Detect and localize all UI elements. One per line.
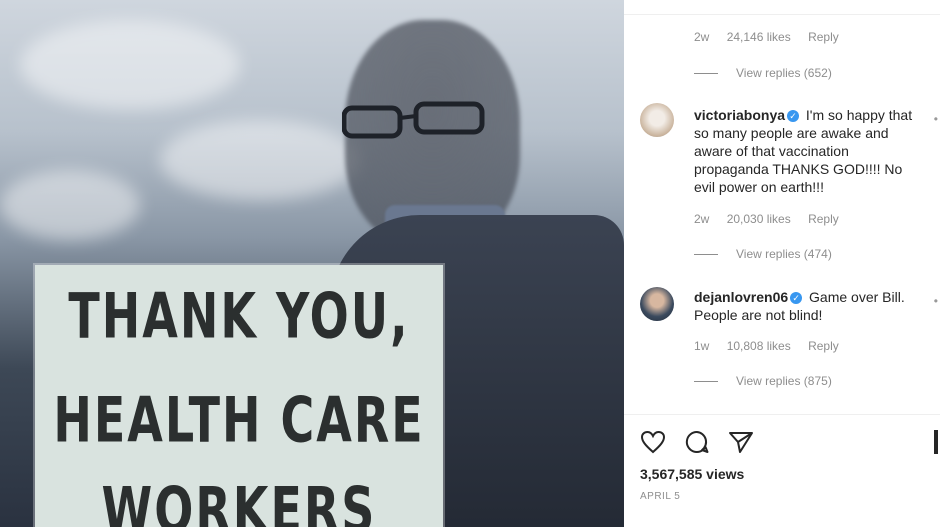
bookmark-icon[interactable] bbox=[934, 430, 938, 454]
view-replies-button[interactable]: View replies (875) bbox=[694, 374, 832, 388]
comment-icon[interactable] bbox=[684, 430, 710, 454]
comment-age: 2w bbox=[694, 212, 710, 226]
avatar[interactable] bbox=[640, 287, 674, 321]
divider bbox=[694, 380, 718, 382]
view-replies-label: View replies (875) bbox=[736, 374, 832, 388]
action-bar bbox=[640, 430, 754, 454]
comment-age: 1w bbox=[694, 339, 710, 353]
reply-button[interactable]: Reply bbox=[808, 339, 839, 353]
view-replies-label: View replies (474) bbox=[736, 247, 832, 261]
views-count[interactable]: 3,567,585 views bbox=[640, 466, 744, 482]
comment-age: 2w bbox=[694, 30, 710, 44]
verified-badge-icon: ✓ bbox=[790, 292, 803, 304]
more-options-icon[interactable]: • bbox=[934, 112, 938, 126]
comment-meta: 2w 20,030 likes Reply bbox=[694, 212, 853, 226]
comment-text: victoriabonya ✓ I'm so happy that so many… bbox=[694, 106, 914, 196]
comments-panel: 2w 24,146 likes Reply View replies (652)… bbox=[624, 0, 940, 527]
glasses-shape bbox=[342, 101, 485, 139]
share-icon[interactable] bbox=[728, 430, 754, 454]
cloud-reflection bbox=[160, 120, 360, 200]
heart-icon[interactable] bbox=[640, 430, 666, 454]
view-replies-button[interactable]: View replies (474) bbox=[694, 247, 832, 261]
comment-text: dejanlovren06 ✓ Game over Bill. People ar… bbox=[694, 288, 914, 324]
reply-button[interactable]: Reply bbox=[808, 212, 839, 226]
cloud-reflection bbox=[0, 170, 140, 240]
comment-likes[interactable]: 24,146 likes bbox=[727, 30, 791, 44]
comment-meta: 1w 10,808 likes Reply bbox=[694, 339, 853, 353]
divider bbox=[694, 72, 718, 74]
post-date: APRIL 5 bbox=[640, 491, 681, 502]
view-replies-label: View replies (652) bbox=[736, 66, 832, 80]
sign-line: WORKERS bbox=[101, 473, 377, 527]
sign-line: HEALTH CARE bbox=[53, 383, 425, 457]
thank-you-sign: THANK YOU, HEALTH CARE WORKERS bbox=[35, 265, 443, 527]
divider bbox=[624, 414, 940, 415]
username-link[interactable]: dejanlovren06 bbox=[694, 289, 788, 305]
sign-line: THANK YOU, bbox=[68, 279, 410, 353]
post-image[interactable]: THANK YOU, HEALTH CARE WORKERS bbox=[0, 0, 624, 527]
divider bbox=[694, 253, 718, 255]
reply-button[interactable]: Reply bbox=[808, 30, 839, 44]
cloud-reflection bbox=[20, 20, 240, 110]
avatar[interactable] bbox=[640, 103, 674, 137]
verified-badge-icon: ✓ bbox=[787, 110, 800, 122]
username-link[interactable]: victoriabonya bbox=[694, 107, 785, 123]
comment-likes[interactable]: 20,030 likes bbox=[727, 212, 791, 226]
comment-meta: 2w 24,146 likes Reply bbox=[694, 30, 853, 44]
view-replies-button[interactable]: View replies (652) bbox=[694, 66, 832, 80]
divider bbox=[624, 14, 940, 15]
more-options-icon[interactable]: • bbox=[934, 294, 938, 308]
comment-likes[interactable]: 10,808 likes bbox=[727, 339, 791, 353]
